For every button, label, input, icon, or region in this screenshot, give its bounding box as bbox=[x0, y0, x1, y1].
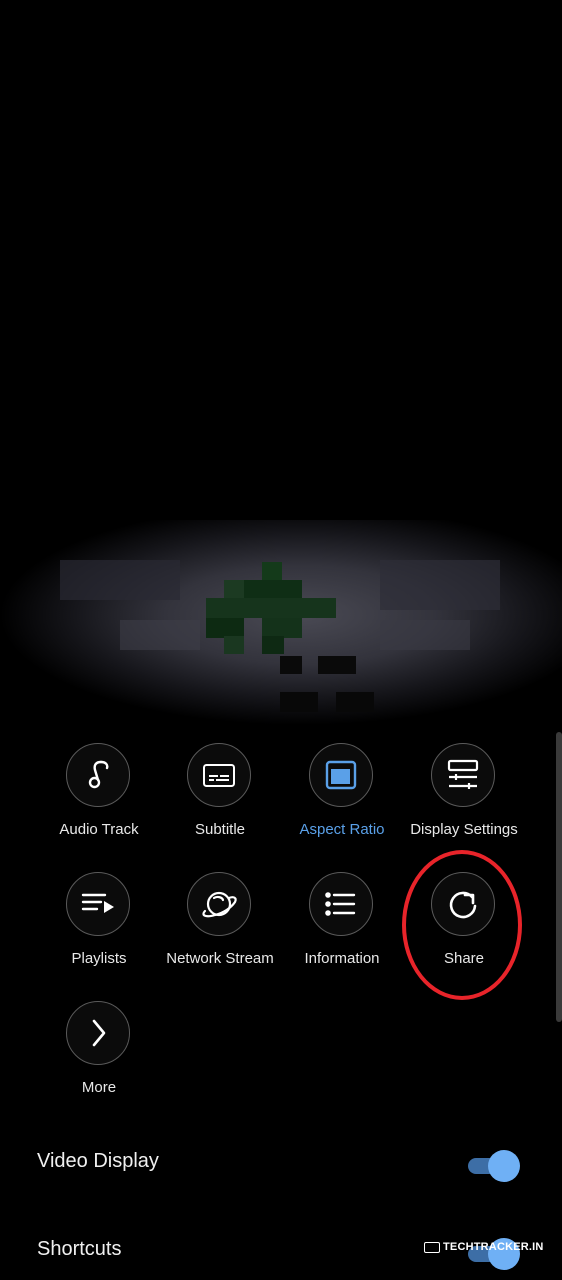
video-display-row[interactable]: Video Display bbox=[0, 1136, 562, 1192]
list-icon bbox=[309, 872, 373, 936]
music-note-icon bbox=[66, 743, 130, 807]
menu-item-information[interactable]: Information bbox=[277, 872, 407, 982]
menu-item-more[interactable]: More bbox=[34, 1001, 164, 1111]
browser-window-icon bbox=[424, 1241, 440, 1253]
video-area[interactable] bbox=[0, 0, 562, 760]
menu-item-subtitle[interactable]: Subtitle bbox=[155, 743, 285, 853]
playlist-icon bbox=[66, 872, 130, 936]
toggle-knob bbox=[488, 1150, 520, 1182]
video-display-toggle[interactable] bbox=[468, 1150, 520, 1182]
watermark: TECHTRACKER.IN bbox=[424, 1238, 544, 1256]
menu-item-label: More bbox=[81, 1079, 117, 1096]
menu-item-label: Display Settings bbox=[410, 821, 518, 838]
sliders-icon bbox=[431, 743, 495, 807]
planet-icon bbox=[187, 872, 251, 936]
menu-item-label: Share bbox=[443, 950, 485, 967]
video-display-label: Video Display bbox=[37, 1150, 159, 1172]
menu-item-aspect-ratio[interactable]: Aspect Ratio bbox=[277, 743, 407, 853]
shortcuts-label: Shortcuts bbox=[37, 1238, 122, 1260]
subtitle-icon bbox=[187, 743, 251, 807]
watermark-text: TECHTRACKER.IN bbox=[443, 1241, 544, 1253]
menu-item-display-settings[interactable]: Display Settings bbox=[399, 743, 529, 853]
aspect-ratio-icon bbox=[309, 743, 373, 807]
menu-item-share[interactable]: Share bbox=[399, 872, 529, 982]
video-frame-thumbnail bbox=[0, 520, 562, 760]
menu-item-network-stream[interactable]: Network Stream bbox=[155, 872, 285, 982]
share-icon bbox=[431, 872, 495, 936]
chevron-right-icon bbox=[66, 1001, 130, 1065]
menu-scrollbar[interactable] bbox=[556, 732, 562, 1022]
